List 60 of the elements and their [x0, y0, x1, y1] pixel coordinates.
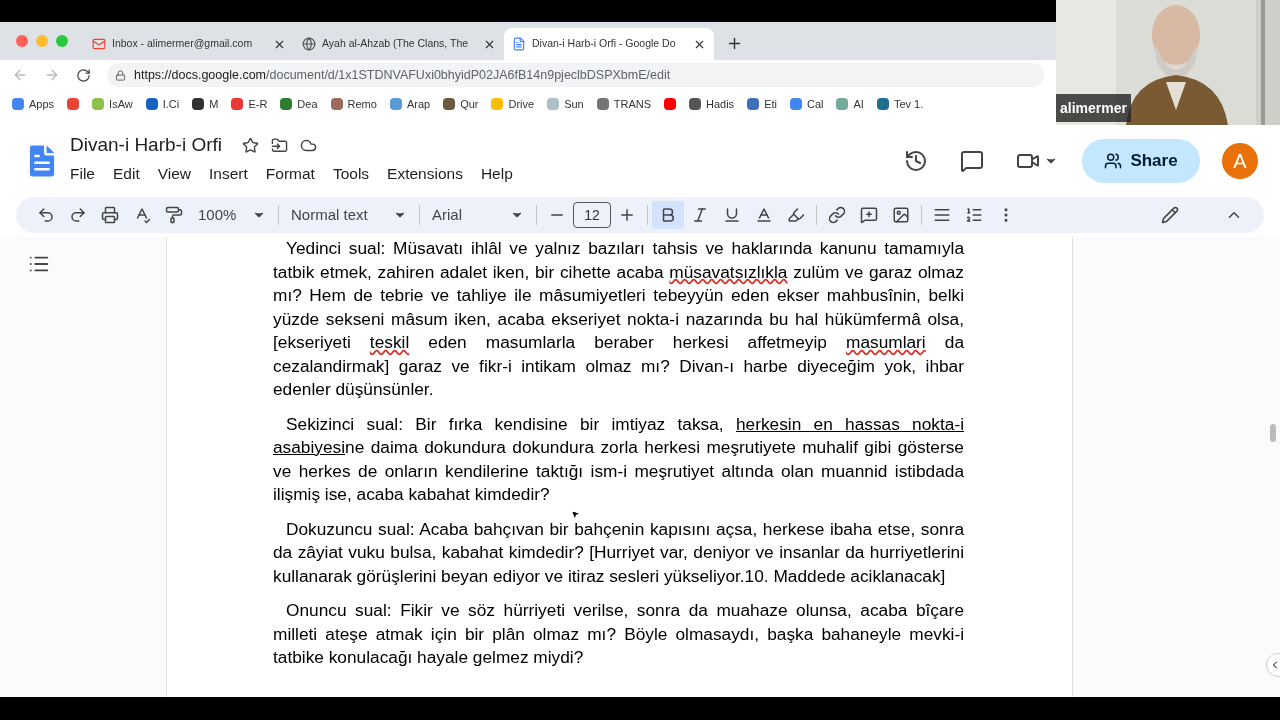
font-dropdown[interactable]: Arial: [424, 201, 532, 229]
bookmark[interactable]: IsAw: [92, 95, 133, 113]
menu-item[interactable]: Insert: [201, 161, 256, 185]
tab-title: Divan-i Harb-i Orfi - Google Do: [532, 36, 677, 52]
bookmark[interactable]: M: [192, 95, 219, 113]
bookmark[interactable]: TRANS: [596, 95, 651, 113]
tab-title: Ayah al-Ahzab (The Clans, The: [322, 36, 470, 52]
tab-title: Inbox - alimermer@gmail.com: [112, 36, 254, 52]
lock-icon: [115, 69, 126, 81]
share-button[interactable]: Share: [1082, 139, 1200, 183]
url-text: https://docs.google.com/document/d/1x1STDNVAFUxi0bhyidP02JA6fB14n9pjeclbDSPXbmE/edit: [134, 66, 671, 84]
paragraph: Yedinci sual: Müsavatı ihlâl ve yalnız bazıları tahsis ve haklarında kanunu tamamıyla tatbik etmek, zahiren adalet iken, bir cihette acaba müsavatsızlıkla zulüm ve garaz olmaz mı? Hem de tebrie ve tahliye ile mâsumiyetleri tebeyyün eden ekser mahbusînin, belki yüzde sekseni mâsum iken, acaba ekseriyet nokta-i nazarında bu hal hükümfermâ olsa, [ekseriyeti teskil eden masumlarla beraber herkesi affetmeyip masumlari da cezalandirmak] garaz ve fikr-i intikam olmaz mı? Divan-ı harbe diyeceğim yok, ihbar edenler düşünsünler.: [273, 237, 964, 401]
new-tab-icon[interactable]: [726, 35, 743, 52]
participant-name: alimermer: [1060, 100, 1127, 116]
move-folder-icon[interactable]: [271, 136, 289, 154]
paragraph: Onuncu sual: Fikir ve söz hürriyeti verilse, sonra da muahaze olunsa, acaba bîçare milleti ateşe atmak için bir plân olmaz mı? Böyle olmasaydı, başka bahaneyle mevki-i tatbike konulacağı hayale gelmez miydi?: [273, 599, 964, 669]
comment-icon[interactable]: [960, 149, 984, 173]
people-icon: [1104, 152, 1123, 170]
bookmark[interactable]: Dea: [280, 95, 318, 113]
menu-item[interactable]: Tools: [324, 161, 378, 185]
bookmark[interactable]: Sun: [547, 95, 584, 113]
bookmark-icon[interactable]: [664, 98, 676, 110]
menu-item[interactable]: Format: [257, 161, 323, 185]
browser-tab[interactable]: Ayah al-Ahzab (The Clans, The: [294, 28, 504, 60]
bookmark[interactable]: Apps: [12, 95, 55, 113]
tab-favicon-icon: [92, 37, 106, 51]
history-icon[interactable]: [904, 149, 928, 173]
bookmark[interactable]: I.Ci: [145, 95, 180, 113]
bookmark-icon[interactable]: [67, 98, 80, 110]
menu-item[interactable]: Edit: [105, 161, 148, 185]
bookmark[interactable]: Eti: [747, 95, 777, 113]
document-title[interactable]: Divan-i Harb-i Orfi: [70, 131, 223, 160]
tab-favicon-icon: [512, 37, 526, 51]
style-dropdown[interactable]: Normal text: [283, 201, 415, 229]
menu-item[interactable]: Extensions: [379, 161, 471, 185]
paragraph: Sekizinci sual: Bir fırka kendisine bir imtiyaz taksa, herkesin en hassas nokta-i asabiyesine daima dokundura dokundura zorla herkesi meşrutiyete muhalif gibi gösterse ve herkes de onların kendilerine taktığı ism-i meşrutiyet altında olan muannid istibdada ilişmiş ise, acaba kabahat kimdedir?: [273, 412, 964, 506]
bookmark[interactable]: Qur: [443, 95, 479, 113]
tab-favicon-icon: [302, 37, 316, 51]
mouse-cursor-icon: [569, 508, 582, 521]
paragraph: Dokuzuncu sual: Acaba bahçıvan bir bahçenin kapısını açsa, herkese ibaha etse, sonra da zâyiat vuku bulsa, kabahat kimdedir? [Hurriyet var, deniyor ve insanlar da hurriyetlerini kullanarak görüşlerini beyan ediyor ve itiraz sesleri yükseliyor.10. Maddede aciklanacak]: [273, 517, 964, 588]
bookmark[interactable]: Arap: [389, 95, 431, 113]
zoom-dropdown[interactable]: 100%: [190, 201, 274, 229]
browser-tab[interactable]: Divan-i Harb-i Orfi - Google Do: [504, 28, 714, 60]
bookmark[interactable]: Hadis: [689, 95, 735, 113]
scrollbar[interactable]: [1270, 424, 1276, 442]
bookmark[interactable]: Tev 1.: [876, 95, 924, 113]
bookmark[interactable]: Cal: [789, 95, 824, 113]
menu-item[interactable]: Help: [472, 161, 521, 185]
bookmark[interactable]: E-R: [231, 95, 268, 113]
bookmark[interactable]: Remo: [330, 95, 377, 113]
bookmark[interactable]: Drive: [491, 95, 535, 113]
browser-tab[interactable]: Inbox - alimermer@gmail.com: [84, 28, 294, 60]
bookmark[interactable]: AI: [836, 95, 864, 113]
menu-item[interactable]: View: [149, 161, 200, 185]
bold-icon[interactable]: [652, 201, 684, 229]
star-icon[interactable]: [242, 136, 260, 154]
reload-icon[interactable]: [76, 67, 91, 83]
font-size-field[interactable]: 12: [573, 202, 611, 228]
menu-item[interactable]: File: [62, 161, 103, 185]
address-bar[interactable]: https://docs.google.com/document/d/1x1STDNVAFUxi0bhyidP02JA6fB14n9pjeclbDSPXbmE/edit: [107, 63, 1044, 87]
